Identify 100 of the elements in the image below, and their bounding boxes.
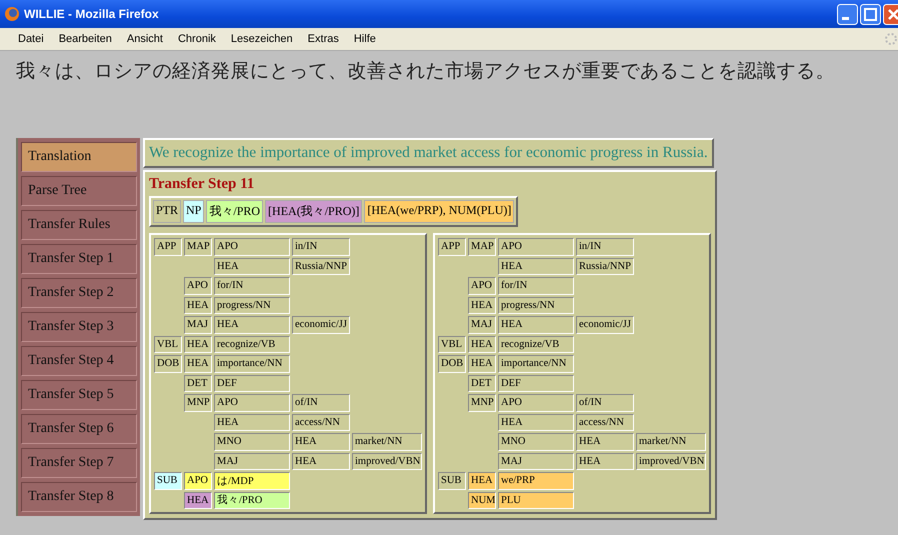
table-cell: Russia/NNP xyxy=(292,258,350,275)
table-cell: 我々/PRO xyxy=(214,492,290,509)
table-cell: APO xyxy=(184,277,212,294)
table-cell: improved/VBN xyxy=(636,452,706,470)
table-cell: HEA xyxy=(184,492,212,509)
maximize-icon[interactable] xyxy=(860,4,881,24)
table-cell: for/IN xyxy=(214,277,290,294)
table-cell: APP xyxy=(154,238,182,256)
translation-text: We recognize the importance of improved market access for economic progress in Russia. xyxy=(143,138,714,168)
table-cell: HEA xyxy=(468,472,496,490)
step-title: Transfer Step 11 xyxy=(149,176,256,193)
table-cell: HEA xyxy=(468,296,496,314)
tag-chip: PTR xyxy=(153,200,182,223)
sidebar-item[interactable]: Transfer Step 5 xyxy=(21,380,137,410)
table-cell: HEA xyxy=(184,296,212,314)
throbber-icon xyxy=(884,32,898,46)
table-cell: DET xyxy=(184,374,212,392)
table-cell: APO xyxy=(214,238,290,256)
minimize-icon[interactable] xyxy=(837,4,858,24)
sidebar-item[interactable]: Parse Tree xyxy=(21,176,137,206)
window-title: WILLIE - Mozilla Firefox xyxy=(24,7,159,21)
table-cell: APO xyxy=(498,238,574,256)
sidebar-item[interactable]: Transfer Step 3 xyxy=(21,312,137,342)
table-cell: importance/NN xyxy=(214,355,290,372)
table-cell: HEA xyxy=(214,316,290,334)
table-cell: SUB xyxy=(154,472,182,490)
table-cell: HEA xyxy=(468,355,496,372)
table-cell: improved/VBN xyxy=(352,452,422,470)
table-cell: MAJ xyxy=(184,316,212,334)
sidebar-item[interactable]: Translation xyxy=(21,142,137,172)
table-cell: MAJ xyxy=(468,316,496,334)
menu-item[interactable]: Lesezeichen xyxy=(230,33,293,45)
table-cell: of/IN xyxy=(292,394,350,412)
table-cell: SUB xyxy=(438,472,466,490)
tag-chip: [HEA(我々/PRO)] xyxy=(265,200,362,223)
table-cell: progress/NN xyxy=(214,296,290,314)
table-cell: HEA xyxy=(576,452,634,470)
table-cell: DEF xyxy=(498,374,574,392)
close-icon[interactable] xyxy=(883,4,898,24)
tag-chip: 我々/PRO xyxy=(206,200,264,223)
sidebar-item[interactable]: Transfer Step 4 xyxy=(21,346,137,376)
table-cell: economic/JJ xyxy=(292,316,350,334)
table-cell: progress/NN xyxy=(498,296,574,314)
sidebar-item[interactable]: Transfer Step 6 xyxy=(21,414,137,444)
table-cell: VBL xyxy=(438,336,466,353)
table-cell: MAP xyxy=(184,238,212,256)
table-cell: VBL xyxy=(154,336,182,353)
table-cell: access/NN xyxy=(292,414,350,431)
menu-item[interactable]: Bearbeiten xyxy=(58,33,112,45)
table-cell: MAJ xyxy=(498,452,574,470)
menu-item[interactable]: Ansicht xyxy=(126,33,163,45)
table-cell: HEA xyxy=(468,336,496,353)
table-cell: DOB xyxy=(154,355,182,372)
table-cell: DET xyxy=(468,374,496,392)
table-cell: MNP xyxy=(468,394,496,412)
table-cell: in/IN xyxy=(292,238,350,256)
table-cell: importance/NN xyxy=(498,355,574,372)
sidebar-item[interactable]: Transfer Step 2 xyxy=(21,278,137,308)
table-cell: HEA xyxy=(214,414,290,431)
table-cell: HEA xyxy=(498,316,574,334)
table-cell: Russia/NNP xyxy=(576,258,634,275)
table-cell: MNP xyxy=(184,394,212,412)
table-cell: HEA xyxy=(184,355,212,372)
table-cell: MNO xyxy=(214,433,290,450)
menu-item[interactable]: Datei xyxy=(18,33,44,45)
table-cell: HEA xyxy=(214,258,290,275)
menu-item[interactable]: Chronik xyxy=(178,33,216,45)
table-cell: APO xyxy=(468,277,496,294)
tag-chip: NP xyxy=(183,200,204,223)
sidebar-item[interactable]: Transfer Rules xyxy=(21,210,137,240)
table-cell: HEA xyxy=(498,414,574,431)
table-cell: HEA xyxy=(184,336,212,353)
menu-item[interactable]: Extras xyxy=(308,33,339,45)
menu-item[interactable]: Hilfe xyxy=(354,33,376,45)
table-cell: economic/JJ xyxy=(576,316,634,334)
table-cell: access/NN xyxy=(576,414,634,431)
table-cell: DEF xyxy=(214,374,290,392)
table-cell: of/IN xyxy=(576,394,634,412)
table-cell: in/IN xyxy=(576,238,634,256)
table-cell: PLU xyxy=(498,492,574,509)
table-cell: MAP xyxy=(468,238,496,256)
sidebar-item[interactable]: Transfer Step 1 xyxy=(21,244,137,274)
table-cell: we/PRP xyxy=(498,472,574,490)
table-cell: HEA xyxy=(576,433,634,450)
table-cell: recognize/VB xyxy=(214,336,290,353)
sidebar-item[interactable]: Transfer Step 7 xyxy=(21,448,137,478)
table-cell: DOB xyxy=(438,355,466,372)
table-cell: HEA xyxy=(292,452,350,470)
source-sentence: 我々は、ロシアの経済発展にとって、改善された市場アクセスが重要であることを認識する。 xyxy=(16,59,836,84)
table-cell: APO xyxy=(498,394,574,412)
table-cell: は/MDP xyxy=(214,472,290,490)
table-cell: APP xyxy=(438,238,466,256)
table-cell: MNO xyxy=(498,433,574,450)
table-cell: for/IN xyxy=(498,277,574,294)
table-cell: market/NN xyxy=(352,433,422,450)
table-cell: APO xyxy=(214,394,290,412)
table-cell: HEA xyxy=(498,258,574,275)
sidebar-item[interactable]: Transfer Step 8 xyxy=(21,482,137,512)
table-cell: APO xyxy=(184,472,212,490)
table-cell: recognize/VB xyxy=(498,336,574,353)
